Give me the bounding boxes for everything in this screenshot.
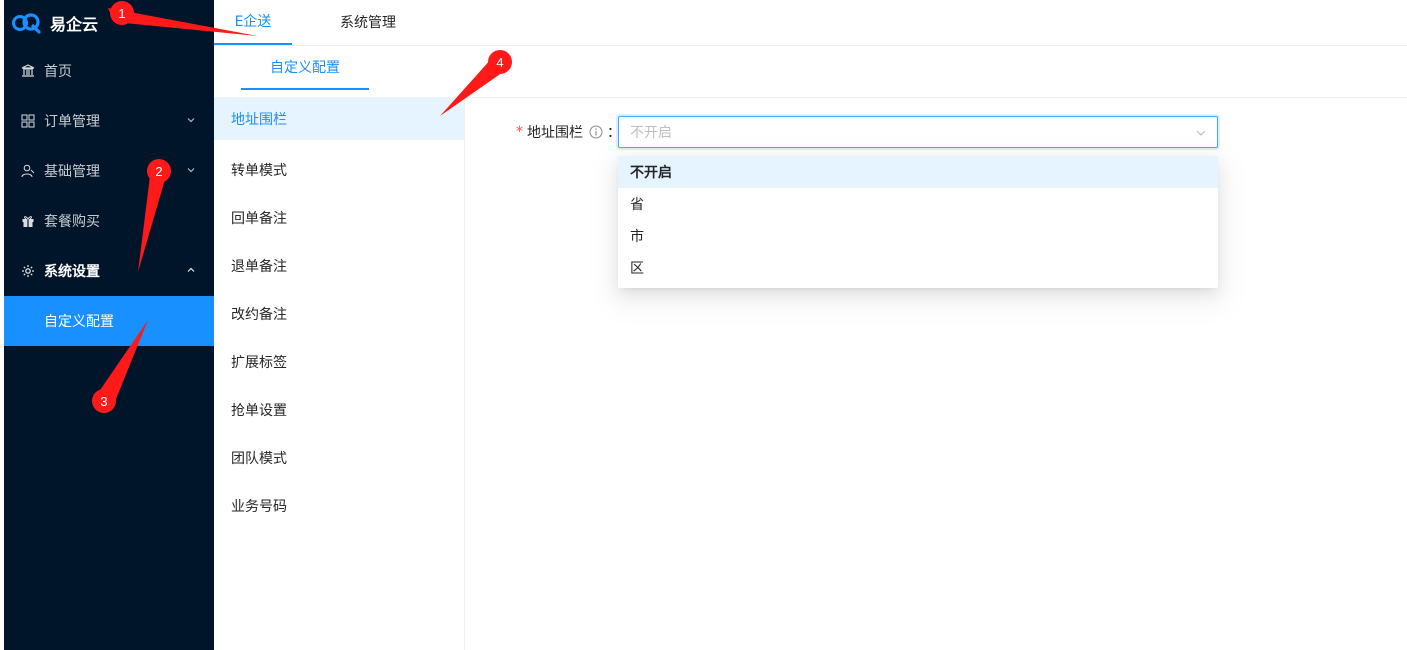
tab-system-management[interactable]: 系统管理 xyxy=(292,0,444,45)
info-circle-icon[interactable] xyxy=(589,125,603,139)
settings-item-label: 扩展标签 xyxy=(231,355,287,371)
settings-item-label: 业务号码 xyxy=(231,499,287,515)
sidebar-item-orders[interactable]: 订单管理 xyxy=(4,96,214,146)
logo-icon xyxy=(12,12,42,34)
sidebar-item-system-settings[interactable]: 系统设置 xyxy=(4,246,214,296)
settings-item-transfer-mode[interactable]: 转单模式 xyxy=(214,146,464,194)
settings-item-label: 改约备注 xyxy=(231,307,287,323)
logo[interactable]: 易企云 xyxy=(4,0,214,46)
address-fence-select[interactable]: 不开启 xyxy=(618,116,1218,148)
select-placeholder: 不开启 xyxy=(630,125,672,141)
settings-item-grab-order[interactable]: 抢单设置 xyxy=(214,386,464,434)
tab-label: 自定义配置 xyxy=(270,60,340,76)
gear-icon xyxy=(20,263,36,279)
option-label: 省 xyxy=(630,197,644,213)
app-root: 易企云 首页 订单管理 基础管理 套餐购买 系统设置 自定义配置 E企送 系统管… xyxy=(0,0,1407,650)
users-icon xyxy=(20,163,36,179)
sidebar-item-label: 基础管理 xyxy=(44,164,100,180)
tab-e-qisong[interactable]: E企送 xyxy=(214,0,292,45)
settings-item-label: 退单备注 xyxy=(231,259,287,275)
sidebar-subitem-label: 自定义配置 xyxy=(44,314,114,330)
required-mark: * xyxy=(516,124,523,140)
settings-item-team-mode[interactable]: 团队模式 xyxy=(214,434,464,482)
select-option-district[interactable]: 区 xyxy=(618,252,1218,284)
settings-item-extension-tags[interactable]: 扩展标签 xyxy=(214,338,464,386)
bank-icon xyxy=(20,63,36,79)
chevron-down-icon xyxy=(1196,130,1206,136)
settings-item-label: 团队模式 xyxy=(231,451,287,467)
grid-icon xyxy=(20,113,36,129)
settings-list: 地址围栏 转单模式 回单备注 退单备注 改约备注 扩展标签 抢单设置 团队模式 … xyxy=(214,98,465,650)
sidebar-subitem-custom-config[interactable]: 自定义配置 xyxy=(4,296,214,346)
option-label: 不开启 xyxy=(630,165,672,181)
option-label: 市 xyxy=(630,229,644,245)
select-option-city[interactable]: 市 xyxy=(618,220,1218,252)
sidebar-item-label: 套餐购买 xyxy=(44,214,100,230)
sidebar-item-home[interactable]: 首页 xyxy=(4,46,214,96)
tab-label: 系统管理 xyxy=(340,15,396,31)
settings-item-address-fence[interactable]: 地址围栏 xyxy=(214,98,464,140)
settings-item-label: 转单模式 xyxy=(231,163,287,179)
field-label: 地址围栏 xyxy=(527,125,583,141)
sidebar-item-label: 首页 xyxy=(44,64,72,80)
settings-item-reschedule-note[interactable]: 改约备注 xyxy=(214,290,464,338)
tab-label: E企送 xyxy=(234,14,272,30)
sidebar-item-package[interactable]: 套餐购买 xyxy=(4,196,214,246)
settings-item-receipt-note[interactable]: 回单备注 xyxy=(214,194,464,242)
chevron-down-icon xyxy=(187,118,195,123)
address-fence-form-item: * 地址围栏 ： xyxy=(516,116,625,148)
settings-item-label: 回单备注 xyxy=(231,211,287,227)
sub-tab-bar: 自定义配置 xyxy=(214,46,1407,98)
sidebar-item-basic[interactable]: 基础管理 xyxy=(4,146,214,196)
option-label: 区 xyxy=(630,261,644,277)
gift-icon xyxy=(20,213,36,229)
select-option-province[interactable]: 省 xyxy=(618,188,1218,220)
chevron-up-icon xyxy=(187,267,195,272)
sidebar-item-label: 系统设置 xyxy=(44,264,100,280)
settings-item-label: 抢单设置 xyxy=(231,403,287,419)
sidebar-item-label: 订单管理 xyxy=(44,114,100,130)
select-dropdown: 不开启 省 市 区 xyxy=(618,156,1218,288)
settings-item-return-note[interactable]: 退单备注 xyxy=(214,242,464,290)
chevron-down-icon xyxy=(187,168,195,173)
select-option-off[interactable]: 不开启 xyxy=(618,156,1218,188)
sidebar: 易企云 首页 订单管理 基础管理 套餐购买 系统设置 自定义配置 xyxy=(4,0,214,650)
settings-item-business-number[interactable]: 业务号码 xyxy=(214,482,464,530)
top-tab-bar: E企送 系统管理 xyxy=(214,0,1407,46)
settings-item-label: 地址围栏 xyxy=(231,112,287,128)
app-title: 易企云 xyxy=(50,15,99,34)
tab-custom-config[interactable]: 自定义配置 xyxy=(241,46,369,90)
